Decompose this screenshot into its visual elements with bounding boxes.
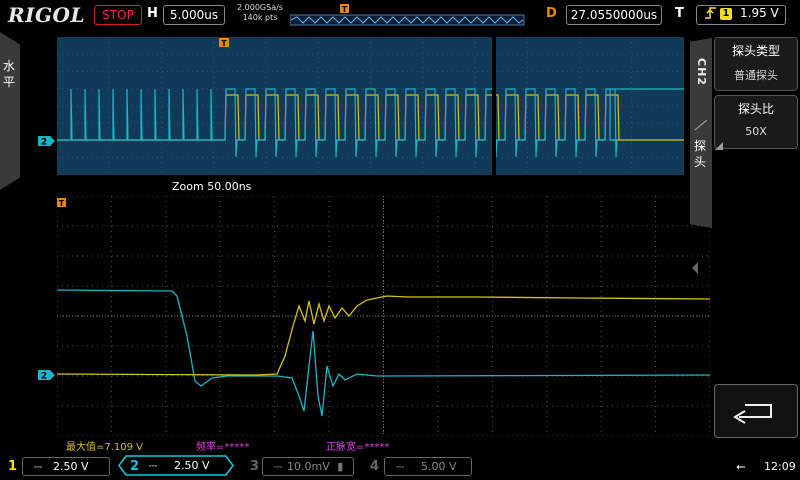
usb-icon: ⭠ [736,459,746,473]
ch2-offset-marker-overview[interactable]: 2 [38,135,56,147]
dc-coupling-icon: ⎓ [33,460,43,473]
overview-trigger-marker: T [219,38,229,48]
svg-text:T: T [342,5,348,14]
delay-label: D [546,6,557,21]
svg-text:T: T [59,199,65,208]
rising-edge-icon [704,5,718,25]
memory-depth: 140k pts [242,13,278,22]
channel-tab-label: CH2 [695,58,708,86]
svg-text:2: 2 [41,372,47,382]
brand-logo: RIGOL [8,3,86,27]
measurement-max: 最大值=7.109 V [66,442,144,453]
horizontal-menu-label: 水平 [3,59,16,89]
ch1-number[interactable]: 1 [8,459,17,474]
horizontal-menu-tab[interactable] [0,32,20,190]
battery-icon: ▮ [337,460,344,473]
sample-info: 2.000GSa/s 140k pts [230,3,290,23]
zoom-waveform-window[interactable] [57,196,710,436]
probe-ratio-menu-item[interactable]: 探头比 50X [714,95,798,149]
ch2-number[interactable]: 2 [130,459,139,474]
system-clock: 12:09 [764,460,796,473]
trigger-level: 1.95 V [740,6,779,20]
dc-coupling-icon: ⎓ [148,459,158,472]
dc-coupling-icon: ⎓ [273,460,283,473]
horizontal-label: H [147,6,158,21]
zoom-timebase-label: Zoom 50.00ns [172,180,252,193]
trigger-source-badge: 1 [720,8,732,20]
memory-position-bar[interactable]: T [290,4,526,26]
ch4-number[interactable]: 4 [370,459,379,474]
sample-rate: 2.000GSa/s [237,3,283,12]
ch3-number[interactable]: 3 [250,459,259,474]
ch2-offset-marker-zoom[interactable]: 2 [38,369,56,381]
svg-text:2: 2 [41,138,47,148]
ch3-scale-box[interactable]: ⎓ 10.0mV ▮ [262,457,354,476]
enter-return-button[interactable] [714,384,798,438]
probe-submenu-label: 探头 [694,139,707,169]
zoom-trigger-marker: T [57,198,66,208]
timebase-value[interactable]: 5.000us [163,5,225,25]
ch2-scale: 2.50 V [174,459,210,472]
overview-waveform-window[interactable] [57,37,684,175]
measurement-frequency: 频率=***** [196,442,250,453]
probe-type-title: 探头类型 [731,44,780,58]
dc-coupling-icon: ⎓ [395,460,405,473]
ch2-scale-box[interactable]: ⎓ 2.50 V [146,459,210,473]
ch1-scale-box[interactable]: ⎓ 2.50 V [22,457,110,476]
delay-value[interactable]: 27.0550000us [566,5,662,25]
probe-type-value: 普通探头 [734,69,778,82]
ch4-scale: 5.00 V [421,460,457,473]
ch3-scale: 10.0mV [287,460,330,473]
return-arrow-icon [733,404,772,424]
menu-back-arrow-icon[interactable] [690,260,700,276]
probe-ratio-value: 50X [745,125,767,138]
svg-text:T: T [221,39,227,48]
measurement-pulse-width: 正脉宽=***** [326,442,390,453]
ch4-scale-box[interactable]: ⎓ 5.00 V [384,457,472,476]
trigger-label: T [675,6,684,21]
ch1-scale: 2.50 V [53,460,89,473]
run-stop-status[interactable]: STOP [94,5,142,25]
probe-ratio-title: 探头比 [737,102,774,116]
probe-ratio-indicator-icon [715,142,723,150]
tab-divider-icon [694,119,708,131]
probe-type-menu-item[interactable]: 探头类型 普通探头 [714,37,798,91]
